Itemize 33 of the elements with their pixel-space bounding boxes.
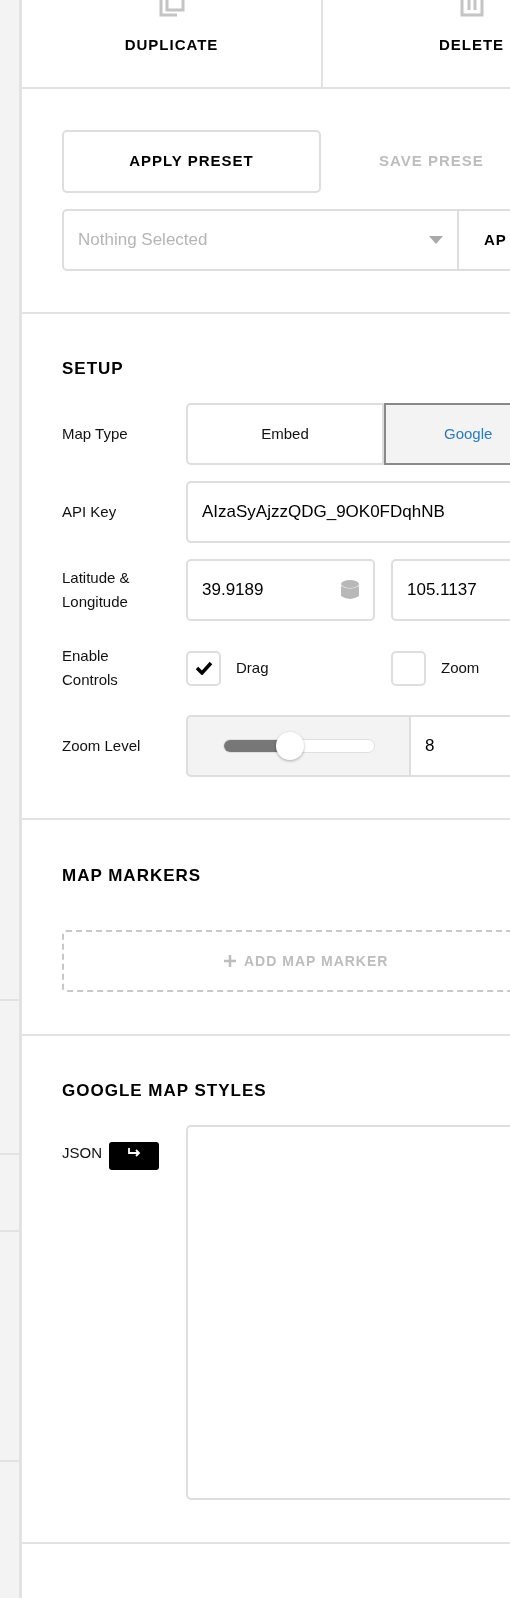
- field-label: Enable Controls: [62, 646, 119, 690]
- apply-button[interactable]: AP: [459, 211, 507, 269]
- checkbox[interactable]: [391, 650, 426, 686]
- field-label: JSON: [62, 1143, 102, 1163]
- field-label: Map Type: [62, 424, 129, 444]
- slider-thumb[interactable]: [275, 732, 304, 760]
- checkmark-icon: [194, 661, 213, 675]
- caret-icon: [429, 236, 443, 244]
- copy-icon: [158, 0, 185, 17]
- checkbox-label: Zoom: [441, 657, 480, 678]
- map-type-tab[interactable]: Embed: [186, 403, 384, 465]
- trash-icon: [459, 0, 484, 17]
- section-title: MAP MARKERS: [62, 866, 202, 886]
- field-label: Zoom Level: [62, 736, 142, 756]
- longitude-field[interactable]: 105.1137: [391, 559, 510, 621]
- apply-preset-button[interactable]: APPLY PRESET: [62, 130, 321, 193]
- checkbox-label: Drag: [236, 657, 269, 678]
- section-title: SETUP: [62, 359, 124, 379]
- section-title: GOOGLE MAP STYLES: [62, 1081, 267, 1101]
- format-button[interactable]: [109, 1142, 159, 1170]
- database-icon: [341, 580, 359, 600]
- zoom-level-field[interactable]: 8: [411, 715, 510, 777]
- field-label: Latitude & Longitude: [62, 568, 131, 612]
- delete-button[interactable]: DELETE: [321, 0, 510, 87]
- latitude-field[interactable]: 39.9189: [186, 559, 375, 621]
- field-label: API Key: [62, 502, 118, 522]
- map-type-tab[interactable]: Google: [384, 403, 510, 465]
- plus-icon: [224, 955, 236, 967]
- return-arrow-icon: [127, 1148, 141, 1158]
- checkbox[interactable]: [186, 650, 221, 686]
- duplicate-button[interactable]: DUPLICATE: [22, 0, 321, 87]
- zoom-slider[interactable]: [223, 732, 375, 760]
- api-key-field[interactable]: AIzaSyAjzzQDG_9OK0FDqhNB: [186, 481, 510, 543]
